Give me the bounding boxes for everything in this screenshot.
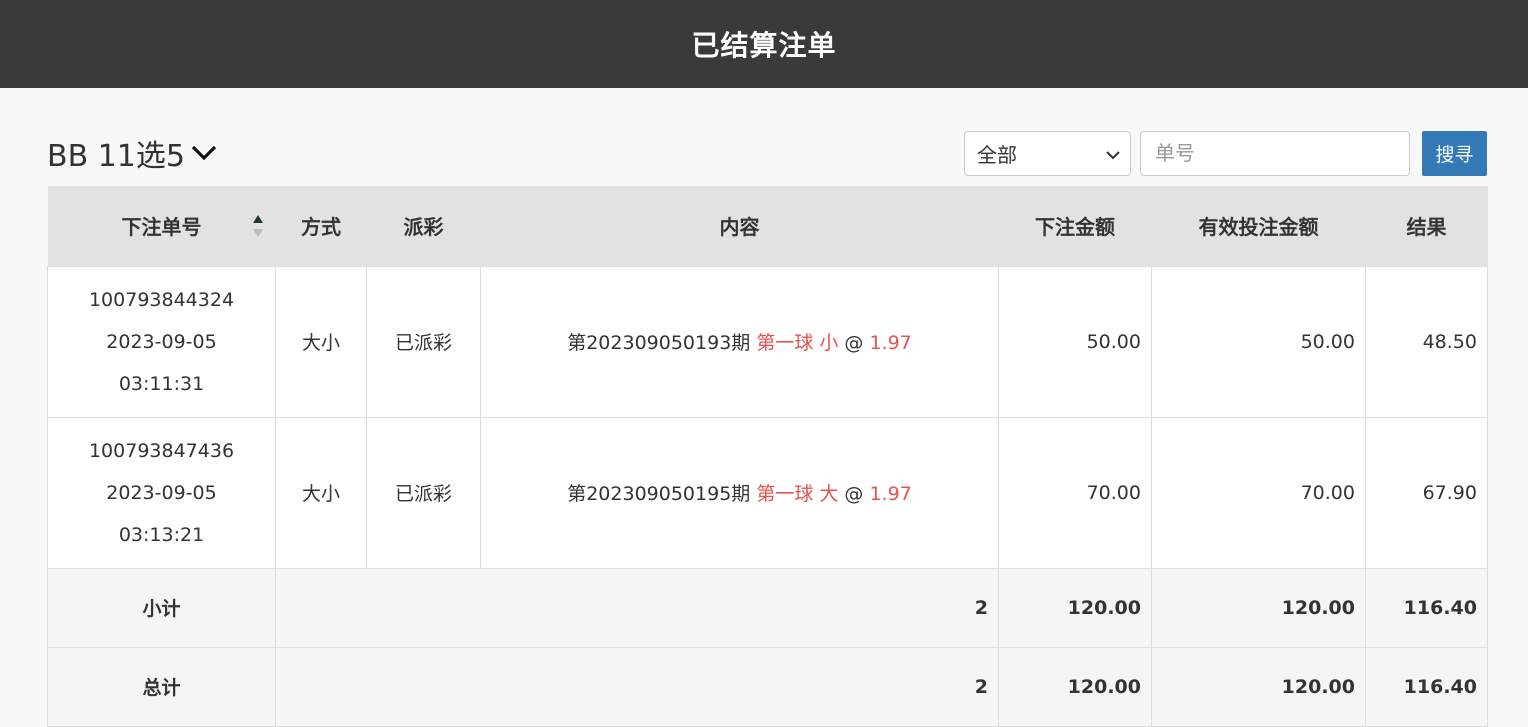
payout-cell: 已派彩 — [366, 265, 481, 418]
order-time: 03:13:21 — [118, 523, 205, 546]
order-id: 100793847436 — [88, 439, 235, 462]
order-id-cell: 100793847436 2023-09-05 03:13:21 — [47, 416, 276, 569]
bet-amount-cell: 50.00 — [998, 265, 1152, 418]
bets-table: 下注单号 方式 派彩 内容 下注金额 有效投注金额 结果 10079384432… — [47, 186, 1488, 727]
method-cell: 大小 — [275, 265, 367, 418]
page-header: 已结算注单 — [0, 0, 1528, 88]
at-sign: @ — [844, 483, 864, 505]
result-cell: 48.50 — [1365, 265, 1488, 418]
order-id-cell: 100793844324 2023-09-05 03:11:31 — [47, 265, 276, 418]
subtotal-valid-amount: 120.00 — [1151, 567, 1366, 648]
column-header-order-id[interactable]: 下注单号 — [47, 186, 276, 266]
odds: 1.97 — [869, 332, 912, 354]
order-date: 2023-09-05 — [106, 481, 217, 504]
payout-cell: 已派彩 — [366, 416, 481, 569]
odds: 1.97 — [869, 483, 912, 505]
game-label: BB 11选5 — [47, 139, 185, 174]
content-cell: 第202309050195期 第一球 大 @ 1.97 — [480, 416, 999, 569]
at-sign: @ — [844, 332, 864, 354]
total-row: 总计 2 120.00 120.00 116.40 — [47, 646, 1488, 727]
column-header-result: 结果 — [1365, 186, 1488, 266]
order-date: 2023-09-05 — [106, 330, 217, 353]
status-filter-select[interactable]: 全部 — [964, 130, 1131, 176]
page-title: 已结算注单 — [691, 29, 837, 62]
sort-icon[interactable] — [252, 214, 264, 238]
period: 第202309050193期 — [567, 332, 751, 354]
pick: 第一球 小 — [756, 332, 839, 354]
table-row: 100793844324 2023-09-05 03:11:31 大小 已派彩 … — [47, 265, 1488, 418]
method-cell: 大小 — [275, 416, 367, 569]
subtotal-row: 小计 2 120.00 120.00 116.40 — [47, 567, 1488, 648]
subtotal-count: 2 — [275, 567, 999, 648]
toolbar: BB 11选5 全部 搜寻 — [47, 130, 1487, 176]
subtotal-label: 小计 — [47, 567, 276, 648]
column-header-valid-amount: 有效投注金额 — [1151, 186, 1366, 266]
subtotal-result: 116.40 — [1365, 567, 1488, 648]
column-header-content: 内容 — [480, 186, 999, 266]
pick: 第一球 大 — [756, 483, 839, 505]
total-result: 116.40 — [1365, 646, 1488, 727]
result-cell: 67.90 — [1365, 416, 1488, 569]
total-count: 2 — [275, 646, 999, 727]
order-number-input[interactable] — [1140, 130, 1410, 176]
filter-value: 全部 — [977, 142, 1017, 167]
valid-amount-cell: 50.00 — [1151, 265, 1366, 418]
table-row: 100793847436 2023-09-05 03:13:21 大小 已派彩 … — [47, 416, 1488, 569]
column-header-bet-amount: 下注金额 — [998, 186, 1152, 266]
period: 第202309050195期 — [567, 483, 751, 505]
content-cell: 第202309050193期 第一球 小 @ 1.97 — [480, 265, 999, 418]
subtotal-bet-amount: 120.00 — [998, 567, 1152, 648]
chevron-down-icon — [1106, 141, 1120, 165]
table-header-row: 下注单号 方式 派彩 内容 下注金额 有效投注金额 结果 — [47, 186, 1488, 266]
order-id: 100793844324 — [88, 288, 235, 311]
order-time: 03:11:31 — [118, 372, 205, 395]
total-bet-amount: 120.00 — [998, 646, 1152, 727]
bet-amount-cell: 70.00 — [998, 416, 1152, 569]
column-header-payout: 派彩 — [366, 186, 481, 266]
search-button[interactable]: 搜寻 — [1422, 130, 1487, 176]
total-label: 总计 — [47, 646, 276, 727]
game-selector[interactable]: BB 11选5 — [47, 131, 217, 175]
column-header-method: 方式 — [275, 186, 367, 266]
total-valid-amount: 120.00 — [1151, 646, 1366, 727]
chevron-down-icon — [191, 144, 217, 162]
valid-amount-cell: 70.00 — [1151, 416, 1366, 569]
